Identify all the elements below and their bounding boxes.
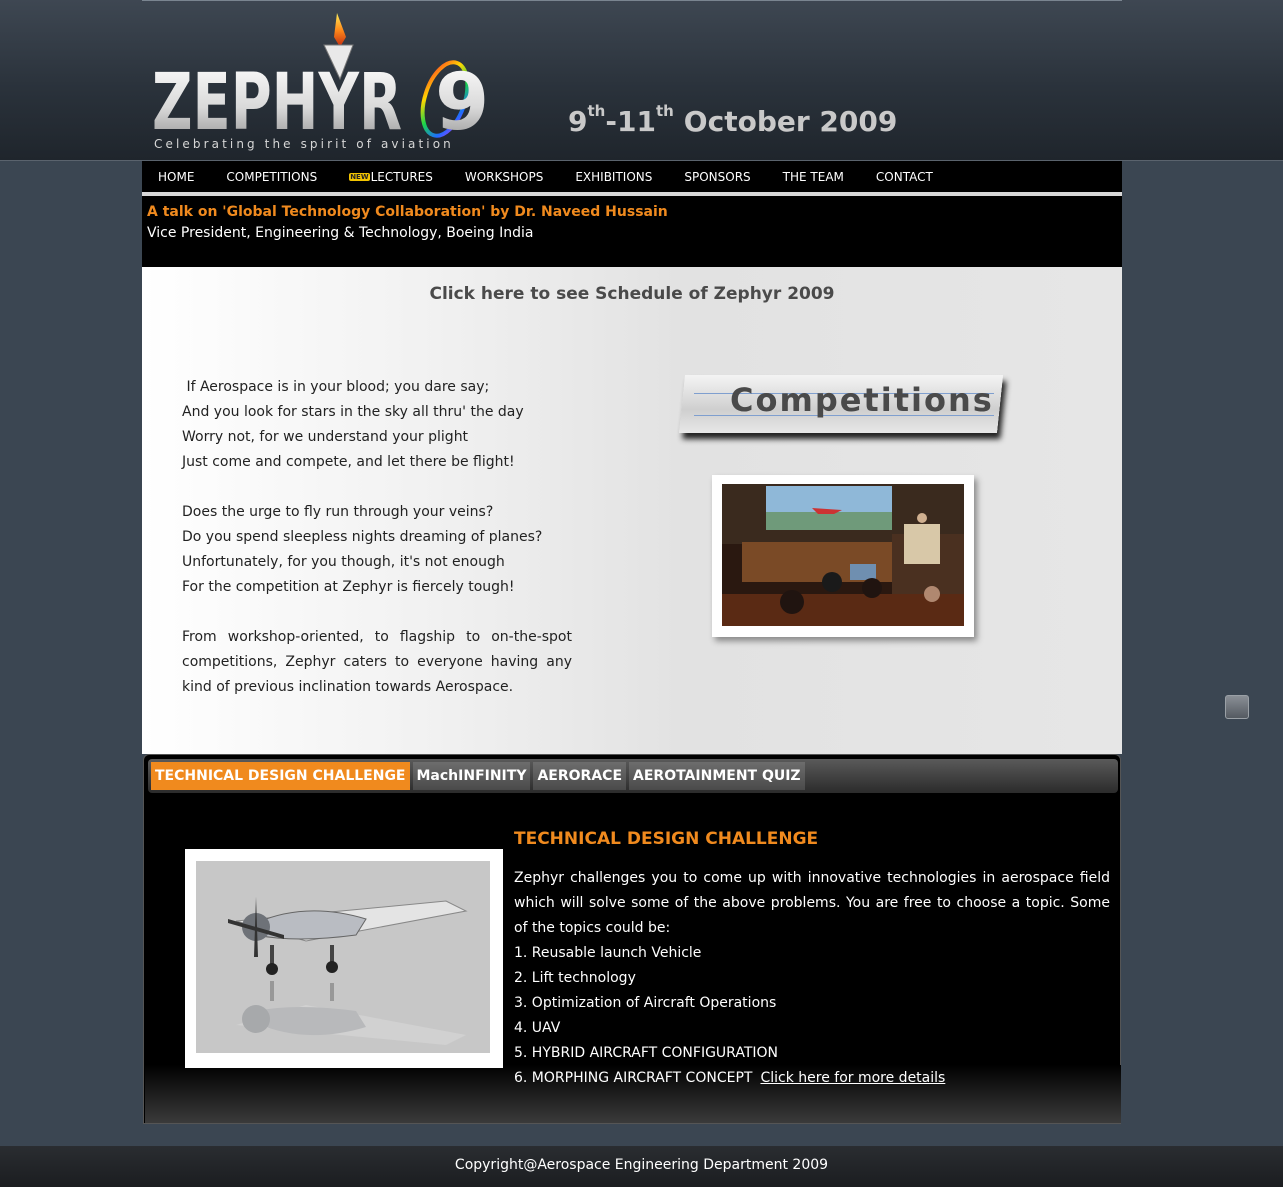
poem-line: Worry not, for we understand your plight bbox=[182, 429, 469, 445]
topic-item: 4. UAV bbox=[514, 1020, 561, 1036]
poem-paragraph: From workshop-oriented, to flagship to o… bbox=[182, 629, 572, 695]
tab-bar: TECHNICAL DESIGN CHALLENGE MachINFINITY … bbox=[148, 759, 1118, 793]
announcement-title[interactable]: A talk on 'Global Technology Collaborati… bbox=[147, 204, 668, 220]
date-separator: - bbox=[605, 105, 617, 138]
svg-text:ZEPHYR: ZEPHYR bbox=[152, 58, 402, 148]
aircraft-render bbox=[196, 861, 490, 1053]
date-end-day: 11 bbox=[616, 105, 656, 138]
more-details-link[interactable]: Click here for more details bbox=[760, 1070, 945, 1086]
date-end-suffix: th bbox=[655, 102, 674, 120]
date-start-day: 9 bbox=[568, 105, 588, 138]
main-nav: HOME COMPETITIONS NEW LECTURES WORKSHOPS … bbox=[142, 161, 1122, 192]
poem-line: For the competition at Zephyr is fiercel… bbox=[182, 579, 515, 595]
poem-line: If Aerospace is in your blood; you dare … bbox=[182, 379, 490, 395]
zephyr-logo-graphic: ZEPHYR 9 bbox=[152, 13, 489, 148]
competitions-tabs-panel: TECHNICAL DESIGN CHALLENGE MachINFINITY … bbox=[143, 754, 1121, 1124]
zephyr-logo[interactable]: ZEPHYR 9 Celebrating the spirit of aviat… bbox=[152, 7, 512, 155]
tab-technical-design-challenge[interactable]: TECHNICAL DESIGN CHALLENGE bbox=[151, 762, 410, 790]
poem-stanza-break bbox=[182, 475, 572, 500]
announcement-ticker[interactable]: A talk on 'Global Technology Collaborati… bbox=[142, 196, 1122, 267]
topic-item: 3. Optimization of Aircraft Operations bbox=[514, 995, 777, 1011]
new-badge-icon: NEW bbox=[349, 173, 370, 181]
header: ZEPHYR 9 Celebrating the spirit of aviat… bbox=[142, 0, 1122, 161]
announcement-subtitle: Vice President, Engineering & Technology… bbox=[147, 225, 534, 241]
svg-text:9: 9 bbox=[435, 58, 489, 148]
date-start-suffix: th bbox=[587, 102, 606, 120]
content-panel: Click here to see Schedule of Zephyr 200… bbox=[142, 267, 1122, 754]
competitions-banner-text: Competitions bbox=[730, 381, 994, 419]
topic-item: 5. HYBRID AIRCRAFT CONFIGURATION bbox=[514, 1045, 779, 1061]
nav-the-team[interactable]: THE TEAM bbox=[783, 170, 844, 184]
topic-item: 2. Lift technology bbox=[514, 970, 636, 986]
poem-line: Unfortunately, for you though, it's not … bbox=[182, 554, 505, 570]
topic-item: 1. Reusable launch Vehicle bbox=[514, 945, 702, 961]
date-month-year: October 2009 bbox=[683, 105, 898, 138]
nav-home[interactable]: HOME bbox=[158, 170, 194, 184]
poem-stanza-break bbox=[182, 600, 572, 625]
design-challenge-title: TECHNICAL DESIGN CHALLENGE bbox=[514, 829, 819, 849]
tab-machinfinity[interactable]: MachINFINITY bbox=[412, 762, 531, 790]
aircraft-render-graphic bbox=[196, 861, 490, 1053]
topic-item-text: 6. MORPHING AIRCRAFT CONCEPT bbox=[514, 1070, 753, 1086]
nav-exhibitions[interactable]: EXHIBITIONS bbox=[575, 170, 652, 184]
poem-line: Just come and compete, and let there be … bbox=[182, 454, 515, 470]
footer: Copyright@Aerospace Engineering Departme… bbox=[0, 1146, 1283, 1187]
event-dates: 9th-11th October 2009 bbox=[568, 102, 898, 138]
poem-line: Does the urge to fly run through your ve… bbox=[182, 504, 494, 520]
nav-lectures[interactable]: NEW LECTURES bbox=[349, 170, 433, 184]
tab-aerotainment-quiz[interactable]: AEROTAINMENT QUIZ bbox=[629, 762, 805, 790]
nav-competitions[interactable]: COMPETITIONS bbox=[226, 170, 317, 184]
nav-lectures-label: LECTURES bbox=[370, 169, 433, 184]
tab-aerorace[interactable]: AERORACE bbox=[533, 762, 627, 790]
flight-sim-scene bbox=[722, 484, 964, 626]
competitions-poem: If Aerospace is in your blood; you dare … bbox=[182, 375, 572, 700]
design-challenge-body: Zephyr challenges you to come up with in… bbox=[514, 866, 1110, 1091]
topic-item-last: 6. MORPHING AIRCRAFT CONCEPT Click here f… bbox=[514, 1066, 1110, 1091]
poem-line: And you look for stars in the sky all th… bbox=[182, 404, 524, 420]
nav-workshops[interactable]: WORKSHOPS bbox=[465, 170, 543, 184]
nav-sponsors[interactable]: SPONSORS bbox=[684, 170, 750, 184]
design-challenge-intro: Zephyr challenges you to come up with in… bbox=[514, 870, 1110, 936]
nav-contact[interactable]: CONTACT bbox=[876, 170, 933, 184]
poem-line: Do you spend sleepless nights dreaming o… bbox=[182, 529, 543, 545]
scroll-top-icon[interactable] bbox=[1225, 695, 1249, 719]
competition-photo bbox=[712, 475, 974, 637]
aircraft-photo bbox=[185, 849, 503, 1068]
flight-sim-photo bbox=[722, 484, 964, 626]
copyright-text: Copyright@Aerospace Engineering Departme… bbox=[454, 1157, 829, 1173]
logo-tagline: Celebrating the spirit of aviation bbox=[154, 137, 454, 151]
schedule-link[interactable]: Click here to see Schedule of Zephyr 200… bbox=[142, 284, 1122, 304]
competitions-banner: Competitions bbox=[654, 371, 1004, 443]
